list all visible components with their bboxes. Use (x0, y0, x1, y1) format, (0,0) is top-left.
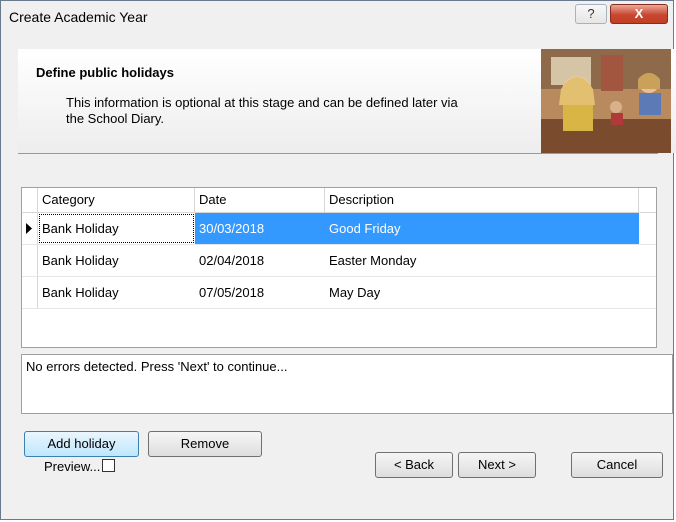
cell-date[interactable]: 07/05/2018 (195, 277, 325, 308)
column-header-description[interactable]: Description (325, 188, 639, 212)
preview-checkbox[interactable] (102, 459, 116, 472)
cell-category[interactable]: Bank Holiday (38, 277, 195, 308)
holidays-grid[interactable]: Category Date Description Bank Holiday 3… (21, 187, 657, 348)
table-row[interactable]: Bank Holiday 02/04/2018 Easter Monday (22, 244, 656, 276)
add-holiday-button[interactable]: Add holiday (24, 431, 139, 457)
cell-description[interactable]: Easter Monday (325, 245, 639, 276)
validation-message: No errors detected. Press 'Next' to cont… (21, 354, 673, 414)
row-header (22, 277, 38, 308)
row-header-corner (22, 188, 38, 212)
wizard-header: Define public holidays This information … (18, 49, 676, 153)
preview-label: Preview... (44, 459, 101, 474)
cell-date[interactable]: 02/04/2018 (195, 245, 325, 276)
table-row[interactable]: Bank Holiday 30/03/2018 Good Friday (22, 213, 656, 244)
cell-description[interactable]: May Day (325, 277, 639, 308)
create-academic-year-dialog: Create Academic Year ? X Define public h… (0, 0, 676, 520)
window-title: Create Academic Year (9, 9, 148, 25)
remove-button[interactable]: Remove (148, 431, 262, 457)
page-description: This information is optional at this sta… (66, 95, 458, 126)
page-title: Define public holidays (36, 65, 174, 80)
table-row[interactable]: Bank Holiday 07/05/2018 May Day (22, 276, 656, 309)
back-button[interactable]: < Back (375, 452, 453, 478)
cell-category[interactable]: Bank Holiday (38, 213, 195, 244)
title-bar: Create Academic Year ? X (1, 1, 673, 31)
next-button[interactable]: Next > (458, 452, 536, 478)
grid-header: Category Date Description (22, 188, 656, 213)
header-divider (18, 153, 658, 154)
column-header-date[interactable]: Date (195, 188, 325, 212)
cell-description[interactable]: Good Friday (325, 213, 639, 244)
row-header (22, 245, 38, 276)
cancel-button[interactable]: Cancel (571, 452, 663, 478)
classroom-photo (541, 49, 671, 153)
close-button[interactable]: X (610, 4, 668, 24)
help-button[interactable]: ? (575, 4, 607, 24)
cell-date[interactable]: 30/03/2018 (195, 213, 325, 244)
preview-toggle[interactable]: Preview... (44, 459, 116, 474)
cell-category[interactable]: Bank Holiday (38, 245, 195, 276)
current-row-arrow-icon (22, 213, 38, 244)
column-header-category[interactable]: Category (38, 188, 195, 212)
